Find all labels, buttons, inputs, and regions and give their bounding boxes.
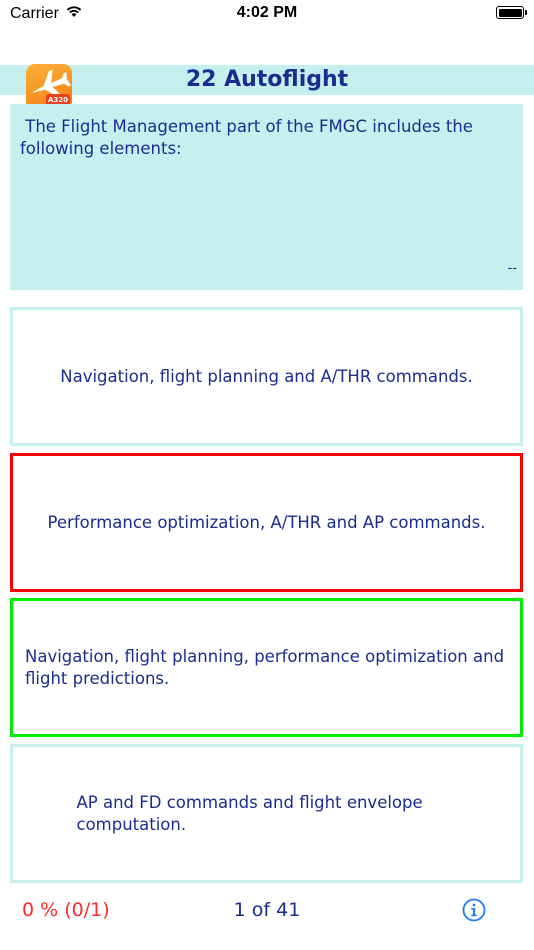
clock: 4:02 PM (236, 4, 298, 21)
info-button[interactable] (462, 898, 486, 922)
status-bar: Carrier 4:02 PM (0, 0, 534, 30)
answer-option-2[interactable]: Performance optimization, A/THR and AP c… (10, 453, 523, 592)
question-panel: The Flight Management part of the FMGC i… (10, 104, 523, 290)
info-circle-icon (462, 898, 486, 922)
battery-icon (496, 6, 527, 19)
answer-option-4[interactable]: AP and FD commands and flight envelope c… (10, 744, 523, 883)
question-meta: -- (507, 261, 517, 276)
page-counter: 1 of 41 (233, 899, 301, 921)
footer-bar: 0 % (0/1) 1 of 41 (0, 895, 534, 929)
answer-text: Performance optimization, A/THR and AP c… (47, 512, 486, 532)
answer-text: Navigation, flight planning, performance… (25, 646, 505, 688)
answer-option-3[interactable]: Navigation, flight planning, performance… (10, 598, 523, 737)
answer-text: Navigation, flight planning and A/THR co… (60, 366, 473, 386)
answer-option-1[interactable]: Navigation, flight planning and A/THR co… (10, 307, 523, 446)
header-bar: 22 Autoflight (0, 65, 534, 95)
quiz-screen: Carrier 4:02 PM 22 Autoflight A320 The F… (0, 0, 534, 950)
page-title: 22 Autoflight (185, 67, 349, 92)
answer-text: AP and FD commands and flight envelope c… (76, 792, 423, 834)
question-text: The Flight Management part of the FMGC i… (20, 117, 479, 158)
